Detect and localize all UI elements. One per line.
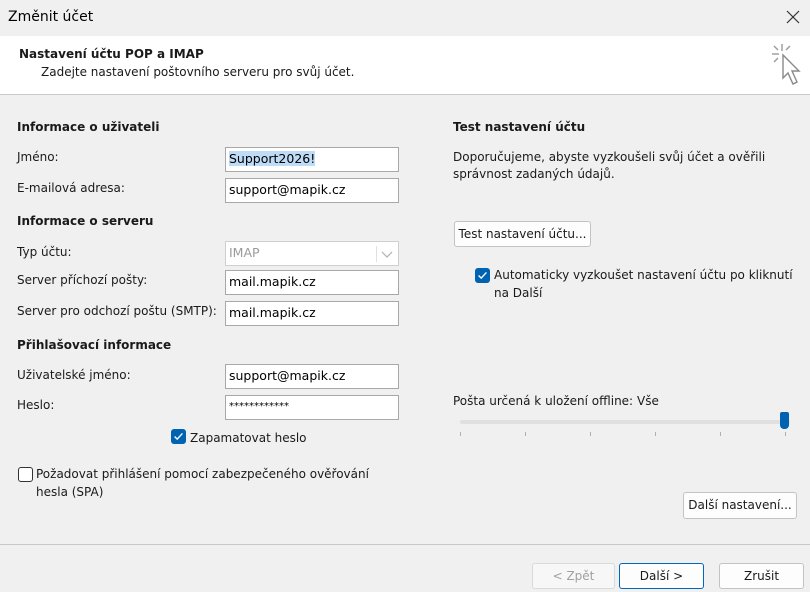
checkmark-icon [478, 271, 487, 280]
spa-label-line1: Požadovat přihlášení pomocí zabezpečenéh… [36, 467, 369, 481]
test-account-button[interactable]: Test nastavení účtu... [454, 221, 591, 247]
name-label: Jméno: [17, 150, 59, 164]
cancel-button[interactable]: Zrušit [719, 563, 804, 589]
password-input[interactable]: ************ [225, 395, 399, 420]
header-title: Nastavení účtu POP a IMAP [19, 47, 204, 61]
footer-divider [0, 544, 810, 545]
more-settings-button[interactable]: Další nastavení... [683, 492, 797, 519]
title-bar [0, 0, 810, 36]
offline-value: Vše [637, 394, 659, 408]
test-desc-line2: správnost zadaných údajů. [453, 167, 615, 181]
spa-checkbox[interactable] [18, 467, 33, 482]
slider-tick [460, 432, 461, 436]
account-type-value: IMAP [229, 245, 260, 260]
chevron-down-icon [376, 246, 393, 262]
section-login-info: Přihlašovací informace [17, 338, 172, 352]
test-desc-line1: Doporučujeme, abyste vyzkoušeli svůj úče… [453, 150, 766, 164]
offline-slider-thumb[interactable] [780, 412, 789, 429]
checkmark-icon [174, 432, 183, 441]
header-subtitle: Zadejte nastavení poštovního serveru pro… [41, 65, 355, 79]
account-type-label: Typ účtu: [17, 245, 72, 259]
slider-tick [590, 432, 591, 436]
back-button[interactable]: < Zpět [532, 563, 615, 589]
remember-password-checkbox[interactable] [171, 429, 186, 444]
outgoing-server-label: Server pro odchozí poštu (SMTP): [17, 304, 217, 318]
incoming-server-label: Server příchozí pošty: [17, 273, 148, 287]
slider-tick [720, 432, 721, 436]
offline-slider-track[interactable] [460, 420, 790, 424]
slider-tick [785, 432, 786, 436]
offline-label: Pošta určená k uložení offline: [453, 394, 634, 408]
username-input[interactable]: support@mapik.cz [225, 364, 399, 389]
section-server-info: Informace o serveru [17, 214, 154, 228]
slider-tick [525, 432, 526, 436]
auto-test-label-line2: na Další [494, 286, 543, 300]
name-input[interactable]: Support2026! [225, 147, 399, 172]
account-type-select: IMAP [225, 241, 399, 266]
window-title: Změnit účet [8, 9, 94, 25]
next-button[interactable]: Další > [619, 563, 704, 589]
remember-password-label: Zapamatovat heslo [190, 431, 307, 445]
close-icon[interactable] [783, 7, 803, 27]
password-label: Heslo: [17, 398, 55, 412]
incoming-server-input[interactable]: mail.mapik.cz [225, 270, 399, 295]
auto-test-label-line1: Automaticky vyzkoušet nastavení účtu po … [494, 268, 793, 282]
section-user-info: Informace o uživateli [17, 120, 160, 134]
auto-test-checkbox[interactable] [475, 268, 490, 283]
username-label: Uživatelské jméno: [17, 368, 131, 382]
cursor-click-icon [772, 44, 801, 85]
spa-label-line2: hesla (SPA) [36, 485, 104, 499]
section-test-settings: Test nastavení účtu [453, 120, 586, 134]
slider-tick [655, 432, 656, 436]
outgoing-server-input[interactable]: mail.mapik.cz [225, 301, 399, 326]
name-value: Support2026! [229, 151, 316, 166]
email-input[interactable]: support@mapik.cz [225, 178, 399, 203]
email-label: E-mailová adresa: [17, 181, 125, 195]
